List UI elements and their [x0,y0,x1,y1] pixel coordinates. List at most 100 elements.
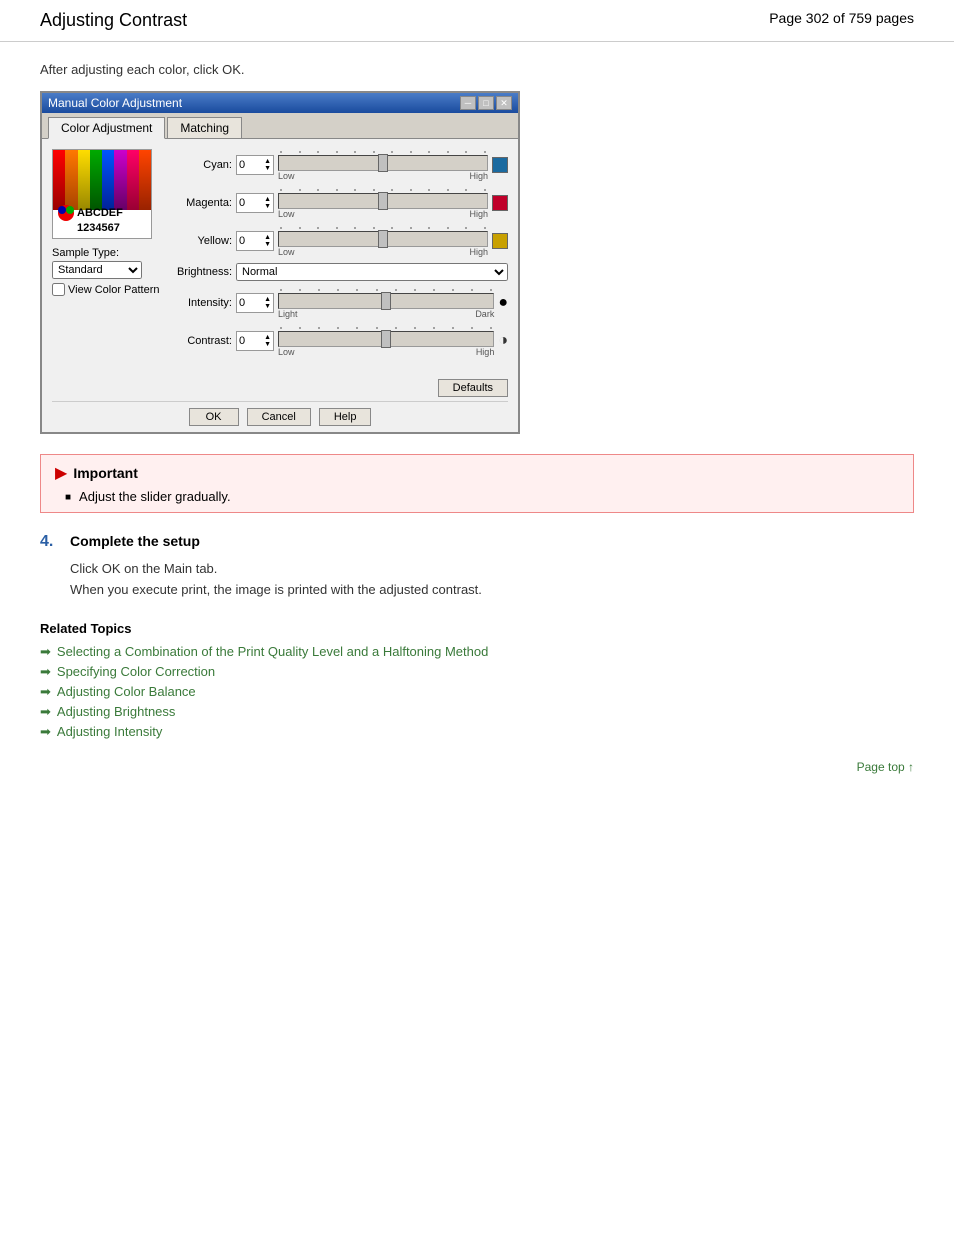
dialog-tabs: Color Adjustment Matching [42,113,518,139]
page-header: Adjusting Contrast Page 302 of 759 pages [0,0,954,42]
dialog-window: Manual Color Adjustment ─ □ ✕ Color Adju… [40,91,520,434]
cancel-button[interactable]: Cancel [247,408,311,426]
defaults-button[interactable]: Defaults [438,379,508,397]
intensity-row: Intensity: 0 ▲ ▼ [172,287,508,319]
step-4-section: 4. Complete the setup Click OK on the Ma… [40,533,914,601]
magenta-slider-labels: LowHigh [278,209,488,219]
yellow-spin-up[interactable]: ▲ [264,234,271,241]
link-arrow-icon-5: ➡ [40,724,51,740]
dark-circle-icon: ● [498,294,508,312]
contrast-spin-down[interactable]: ▼ [264,341,271,348]
intensity-spinbox[interactable]: 0 ▲ ▼ [236,293,274,313]
important-title: Important [73,465,138,481]
cyan-spin-up[interactable]: ▲ [264,158,271,165]
page-number: Page 302 of 759 pages [769,10,914,26]
dialog-footer: Defaults OK Cancel Help [42,373,518,432]
link-arrow-icon-1: ➡ [40,644,51,660]
related-link-1[interactable]: ➡ Selecting a Combination of the Print Q… [40,644,914,660]
related-link-4[interactable]: ➡ Adjusting Brightness [40,704,914,720]
magenta-spin-down[interactable]: ▼ [264,203,271,210]
dialog-bottom-buttons: OK Cancel Help [52,401,508,426]
cyan-row: Cyan: 0 ▲ ▼ [172,149,508,181]
cyan-slider-labels: LowHigh [278,171,488,181]
view-color-pattern-checkbox[interactable] [52,283,65,296]
ok-button[interactable]: OK [189,408,239,426]
dialog-body: ABCDEF 1234567 Sample Type: Standard Vie… [42,139,518,373]
step-4-header: 4. Complete the setup [40,533,914,551]
cyan-slider[interactable] [278,155,488,171]
related-topics-title: Related Topics [40,621,914,636]
related-link-2-text: Specifying Color Correction [57,664,215,679]
restore-button[interactable]: □ [478,96,494,110]
yellow-spin-down[interactable]: ▼ [264,241,271,248]
magenta-slider[interactable] [278,193,488,209]
yellow-slider-labels: LowHigh [278,247,488,257]
sample-type-select[interactable]: Standard [52,261,142,279]
dialog-wrapper: Manual Color Adjustment ─ □ ✕ Color Adju… [40,91,914,434]
close-button[interactable]: ✕ [496,96,512,110]
magenta-spinbox[interactable]: 0 ▲ ▼ [236,193,274,213]
preview-image: ABCDEF 1234567 [52,149,152,239]
defaults-row: Defaults [52,379,508,397]
sample-type-label: Sample Type: [52,247,162,259]
yellow-slider[interactable] [278,231,488,247]
important-arrow-icon: ▶ [55,463,67,483]
related-link-5[interactable]: ➡ Adjusting Intensity [40,724,914,740]
help-button[interactable]: Help [319,408,372,426]
contrast-slider-labels: LowHigh [278,347,494,357]
cyan-spinbox[interactable]: 0 ▲ ▼ [236,155,274,175]
page-title: Adjusting Contrast [40,10,187,31]
tab-matching[interactable]: Matching [167,117,242,138]
brightness-select[interactable]: Normal [236,263,508,281]
intensity-spin-up[interactable]: ▲ [264,296,271,303]
cyan-spin-down[interactable]: ▼ [264,165,271,172]
view-color-pattern-row: View Color Pattern [52,283,162,296]
yellow-spinbox[interactable]: 0 ▲ ▼ [236,231,274,251]
brightness-row: Brightness: Normal [172,263,508,281]
link-arrow-icon-2: ➡ [40,664,51,680]
contrast-spin-up[interactable]: ▲ [264,334,271,341]
magenta-spin-up[interactable]: ▲ [264,196,271,203]
sample-type-section: Sample Type: Standard [52,247,162,279]
related-link-3-text: Adjusting Color Balance [57,684,196,699]
important-header: ▶ Important [55,463,899,483]
dialog-left-panel: ABCDEF 1234567 Sample Type: Standard Vie… [52,149,162,363]
view-color-pattern-label: View Color Pattern [68,284,160,296]
number-text: 1234567 [77,222,120,234]
page-top-link[interactable]: Page top ↑ [40,760,914,774]
related-link-5-text: Adjusting Intensity [57,724,163,739]
intensity-label: Intensity: [172,297,232,309]
tab-color-adjustment[interactable]: Color Adjustment [48,117,165,139]
contrast-spinbox[interactable]: 0 ▲ ▼ [236,331,274,351]
contrast-row: Contrast: 0 ▲ ▼ [172,325,508,357]
contrast-thumb[interactable] [381,330,391,348]
yellow-row: Yellow: 0 ▲ ▼ [172,225,508,257]
link-arrow-icon-4: ➡ [40,704,51,720]
color-circle-icon [57,204,75,222]
related-link-1-text: Selecting a Combination of the Print Qua… [57,644,488,659]
abcdef-text: ABCDEF [77,207,123,219]
related-link-2[interactable]: ➡ Specifying Color Correction [40,664,914,680]
step-4-title: Complete the setup [70,533,200,549]
intro-text: After adjusting each color, click OK. [40,62,914,77]
intensity-thumb[interactable] [381,292,391,310]
contrast-slider-wrap: LowHigh [278,325,494,357]
cyan-label: Cyan: [172,159,232,171]
main-content: After adjusting each color, click OK. Ma… [0,42,954,794]
important-text: Adjust the slider gradually. [79,489,231,504]
intensity-spin-down[interactable]: ▼ [264,303,271,310]
intensity-slider-wrap: LightDark [278,287,494,319]
yellow-label: Yellow: [172,235,232,247]
related-topics-section: Related Topics ➡ Selecting a Combination… [40,621,914,740]
dialog-title: Manual Color Adjustment [48,96,182,110]
dialog-right-panel: Cyan: 0 ▲ ▼ [172,149,508,363]
minimize-button[interactable]: ─ [460,96,476,110]
related-link-3[interactable]: ➡ Adjusting Color Balance [40,684,914,700]
cyan-slider-wrap: LowHigh [278,149,488,181]
intensity-slider[interactable] [278,293,494,309]
cyan-thumb[interactable] [378,154,388,172]
yellow-thumb[interactable] [378,230,388,248]
magenta-thumb[interactable] [378,192,388,210]
contrast-slider[interactable] [278,331,494,347]
cyan-color-box [492,157,508,173]
